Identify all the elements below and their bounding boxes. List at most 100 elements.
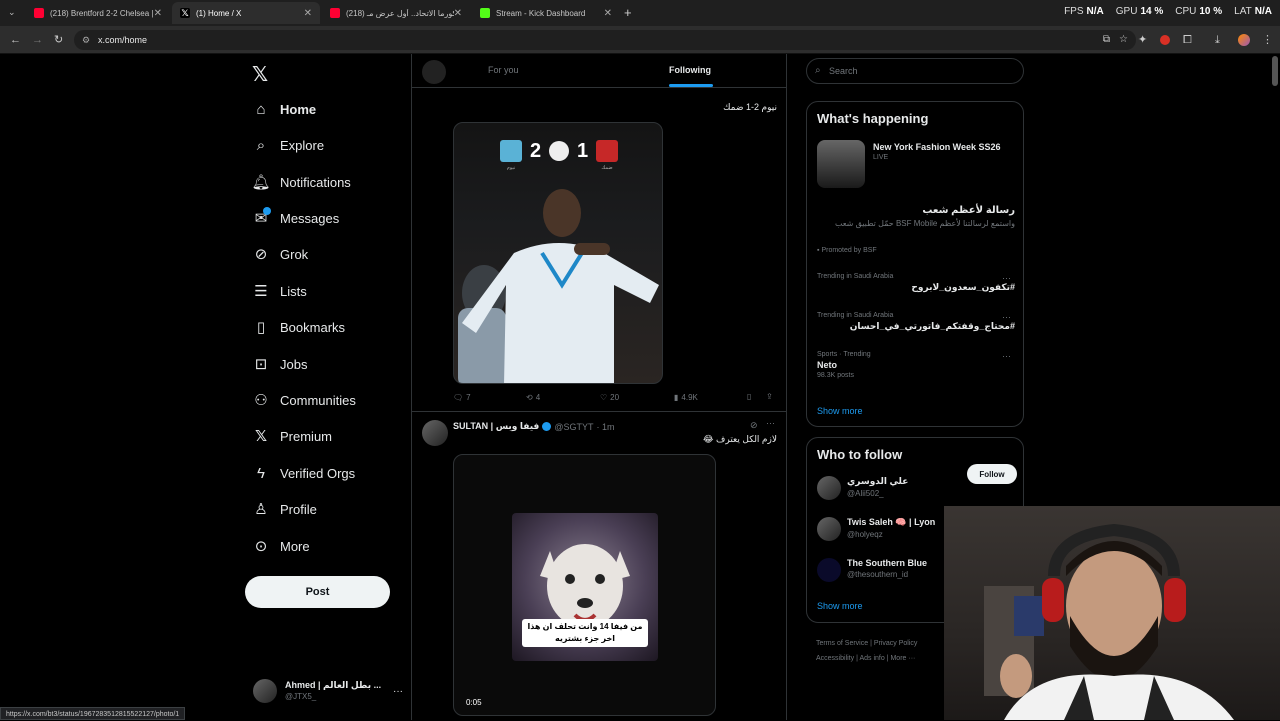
- share-button[interactable]: ⇪: [766, 392, 773, 401]
- show-more-link[interactable]: Show more: [817, 406, 863, 416]
- trend-thumbnail[interactable]: [817, 140, 865, 188]
- profile-avatar-icon[interactable]: [1238, 34, 1250, 46]
- back-icon[interactable]: ←: [10, 33, 21, 47]
- avatar[interactable]: [817, 517, 841, 541]
- suggested-user[interactable]: Twis Saleh 🧠 | Lyon @holyeqz: [847, 517, 935, 539]
- avatar[interactable]: [817, 558, 841, 582]
- tab-x-home[interactable]: 𝕏 (1) Home / X ✕: [172, 2, 320, 24]
- avatar[interactable]: [422, 420, 448, 446]
- author-name[interactable]: SULTAN | فيفا وبس: [453, 421, 539, 432]
- avatar[interactable]: [817, 476, 841, 500]
- like-count: 20: [610, 393, 620, 402]
- post-video[interactable]: من فيفا 14 وانت تحلف ان هذا اخر جزء بشتر…: [453, 454, 716, 716]
- user-handle: @Alii502_: [847, 489, 884, 498]
- nav-messages[interactable]: ✉ Messages: [252, 203, 339, 233]
- post-image[interactable]: 2 1 نيوم ضمك: [453, 122, 663, 384]
- webcam-overlay: [944, 506, 1280, 720]
- nav-premium[interactable]: 𝕏 Premium: [252, 421, 332, 451]
- nav-grok[interactable]: ⊘ Grok: [252, 239, 308, 269]
- suggested-user[interactable]: The Southern Blue @thesouthern_id: [847, 558, 927, 579]
- extension-icon[interactable]: ✦: [1138, 33, 1147, 47]
- reload-icon[interactable]: ↻: [54, 33, 63, 47]
- trend-item[interactable]: Sports · Trending Neto 98.3K posts: [817, 351, 1015, 379]
- more-dots-icon[interactable]: ···: [1002, 351, 1011, 361]
- views-icon: ▮: [674, 393, 679, 402]
- trend-item[interactable]: Trending in Saudi Arabia #محتاج_وقفتكم_ف…: [817, 312, 1015, 332]
- tab-search-icon[interactable]: ⌄: [8, 7, 16, 18]
- tab-kick[interactable]: Stream - Kick Dashboard ✕: [472, 2, 620, 24]
- tab-itihad[interactable]: (218) كورما الاتحاد.. أول عرض مـ ✕: [322, 2, 470, 24]
- trend-context: Trending in Saudi Arabia: [817, 312, 894, 319]
- close-icon[interactable]: ✕: [454, 8, 462, 19]
- close-icon[interactable]: ✕: [604, 8, 612, 19]
- tab-underline: [669, 84, 713, 87]
- nav-verified-orgs[interactable]: ϟ Verified Orgs: [252, 458, 355, 488]
- user-name: علي الدوسري: [847, 476, 909, 486]
- bell-icon: 🔔︎: [251, 174, 271, 191]
- footer-privacy[interactable]: Privacy Policy: [874, 640, 918, 647]
- nav-home[interactable]: ⌂ Home: [252, 94, 316, 124]
- download-icon[interactable]: ⤓: [1215, 33, 1220, 47]
- search-input[interactable]: ⌕ Search: [806, 58, 1024, 84]
- tab-for-you[interactable]: For you: [488, 65, 519, 75]
- link-preview-status: https://x.com/bt3/status/196728351281552…: [0, 707, 186, 720]
- new-tab-icon[interactable]: +: [624, 5, 632, 20]
- tab-brentford[interactable]: (218) Brentford 2-2 Chelsea | H ✕: [26, 2, 170, 24]
- post-button[interactable]: Post: [245, 576, 390, 608]
- more-dots-icon[interactable]: ···: [766, 418, 775, 428]
- site-info-icon[interactable]: ⚙: [82, 30, 90, 50]
- nav-bookmarks[interactable]: ▯ Bookmarks: [252, 312, 345, 342]
- player-photo: [458, 189, 659, 383]
- more-circle-icon: ⊙: [254, 538, 268, 555]
- x-logo-icon[interactable]: 𝕏: [252, 62, 268, 87]
- nav-explore[interactable]: ⌕ Explore: [252, 130, 324, 160]
- nav-communities[interactable]: ⚇ Communities: [252, 385, 356, 415]
- install-icon[interactable]: ⧉: [1103, 30, 1110, 50]
- footer-more[interactable]: More ···: [890, 655, 915, 662]
- footer-terms[interactable]: Terms of Service: [816, 640, 868, 647]
- nav-label: More: [280, 538, 310, 554]
- puzzle-icon[interactable]: ⧠: [1183, 33, 1192, 47]
- grok-icon[interactable]: ⊘: [750, 420, 758, 431]
- perf-overlay: FPS N/A GPU 14 % CPU 10 % LAT N/A: [1064, 6, 1272, 17]
- suggested-user[interactable]: علي الدوسري @Alii502_: [847, 476, 908, 498]
- more-dots-icon[interactable]: ···: [393, 686, 403, 697]
- footer-ads[interactable]: Ads info: [859, 655, 884, 662]
- nav-jobs[interactable]: ⊡ Jobs: [252, 349, 308, 379]
- follow-button[interactable]: Follow: [967, 464, 1017, 484]
- close-icon[interactable]: ✕: [154, 8, 162, 19]
- trend-title: New York Fashion Week SS26: [873, 142, 1001, 152]
- kebab-menu-icon[interactable]: ⋮: [1262, 33, 1273, 47]
- star-icon[interactable]: ☆: [1119, 30, 1128, 50]
- video-frame: من فيفا 14 وانت تحلف ان هذا اخر جزء بشتر…: [512, 513, 658, 661]
- reply-icon: 🗨︎: [453, 393, 464, 402]
- author-handle[interactable]: @SGTYT: [554, 422, 593, 432]
- post-header: SULTAN | فيفا وبس @SGTYT · 1m: [453, 421, 614, 432]
- page-scrollbar[interactable]: [1272, 56, 1278, 86]
- address-bar[interactable]: ⚙ x.com/home ⧉ ☆: [74, 30, 1136, 50]
- avatar: [422, 60, 446, 84]
- nav-profile[interactable]: ♙ Profile: [252, 494, 317, 524]
- post-time[interactable]: · 1m: [596, 422, 614, 432]
- bookmark-button[interactable]: ▯: [747, 392, 751, 401]
- record-icon[interactable]: [1160, 35, 1170, 45]
- like-button[interactable]: ♡ 20: [600, 393, 619, 402]
- forward-icon[interactable]: →: [32, 33, 43, 47]
- more-dots-icon[interactable]: ···: [1002, 273, 1011, 283]
- trend-fashion[interactable]: New York Fashion Week SS26 LIVE: [873, 142, 1001, 161]
- nav-more[interactable]: ⊙ More: [252, 531, 310, 561]
- footer-accessibility[interactable]: Accessibility: [816, 655, 854, 662]
- trend-item[interactable]: Trending in Saudi Arabia #تكفون_سعدون_لا…: [817, 273, 1015, 293]
- views-button[interactable]: ▮ 4.9K: [674, 393, 698, 402]
- more-dots-icon[interactable]: ···: [1002, 312, 1011, 322]
- nav-lists[interactable]: ☰ Lists: [252, 276, 306, 306]
- promoted-trend[interactable]: رسالة لأعظم شعب واستمع لرسالتنا لأعظم BS…: [817, 205, 1015, 229]
- reply-button[interactable]: 🗨︎ 7: [453, 393, 471, 402]
- repost-button[interactable]: ⟲ 4: [526, 393, 540, 402]
- briefcase-icon: ⊡: [254, 356, 268, 373]
- show-more-link[interactable]: Show more: [817, 601, 863, 611]
- account-switcher[interactable]: Ahmed | بطل العالم ... @JTX5_ ···: [253, 676, 403, 706]
- tab-following[interactable]: Following: [669, 65, 711, 75]
- close-icon[interactable]: ✕: [304, 8, 312, 19]
- nav-notifications[interactable]: 🔔︎ Notifications: [251, 167, 350, 197]
